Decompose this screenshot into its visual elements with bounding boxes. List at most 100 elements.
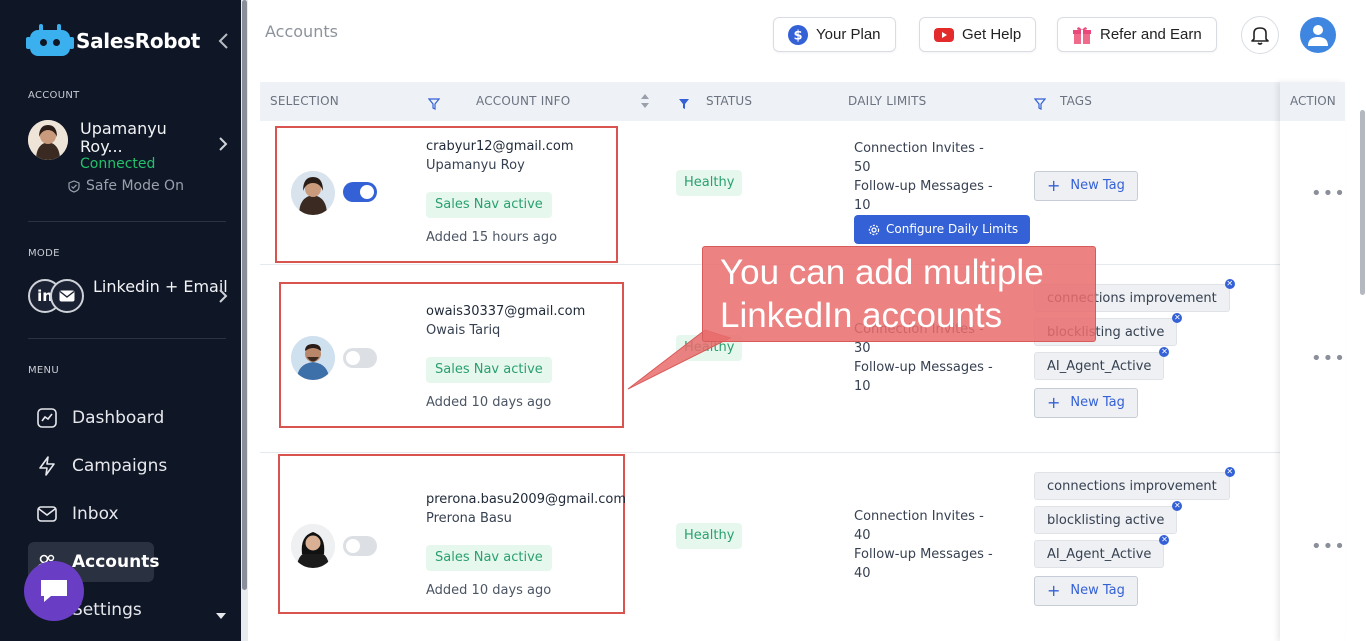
new-tag-label: New Tag [1070,178,1125,193]
new-tag-button[interactable]: + New Tag [1034,171,1138,201]
safe-mode: Safe Mode On [68,178,184,194]
row-actions-menu-icon[interactable]: ••• [1311,536,1346,557]
remove-tag-icon[interactable]: ✕ [1172,501,1183,511]
user-icon [1308,25,1328,46]
row-divider [260,452,1280,453]
limit-line: Follow-up Messages - [854,179,993,194]
remove-tag-icon[interactable]: ✕ [1172,313,1183,323]
account-avatar [291,336,335,380]
sales-nav-badge: Sales Nav active [426,192,552,218]
new-tag-label: New Tag [1070,583,1125,598]
chevron-right-icon [218,136,228,157]
tag-label: connections improvement [1047,479,1217,494]
sidebar-item-label: Campaigns [72,456,168,476]
sales-nav-badge: Sales Nav active [426,357,552,383]
user-avatar-button[interactable] [1300,17,1336,53]
sales-nav-badge: Sales Nav active [426,545,552,571]
collapse-sidebar-icon[interactable] [217,32,231,50]
new-tag-button[interactable]: + New Tag [1034,388,1138,418]
remove-tag-icon[interactable]: ✕ [1159,535,1170,545]
account-section-label: ACCOUNT [28,90,80,101]
status-badge: Healthy [676,170,743,196]
account-full-name: Owais Tariq [426,323,501,338]
row-actions-menu-icon[interactable]: ••• [1311,348,1346,369]
limit-line: Follow-up Messages - [854,547,993,562]
logo[interactable]: SalesRobot [26,24,200,58]
robot-logo-icon [26,24,74,58]
sidebar-item-label: Accounts [72,552,160,572]
caret-down-icon [216,604,226,624]
tag-label: blocklisting active [1047,513,1165,528]
chat-icon [41,580,67,602]
refer-and-earn-button[interactable]: Refer and Earn [1057,17,1217,52]
sidebar: SalesRobot ACCOUNT Upamanyu Roy... Conne… [0,0,241,641]
limit-line: Connection Invites - 40 [854,509,984,543]
filter-icon[interactable] [678,95,690,114]
notifications-button[interactable] [1241,16,1279,54]
account-toggle[interactable] [343,536,377,556]
sidebar-item-dashboard[interactable]: Dashboard [28,398,228,438]
safe-mode-label: Safe Mode On [86,178,184,194]
account-email: prerona.basu2009@gmail.com [426,492,626,507]
chat-widget-button[interactable] [24,561,84,621]
limit-line: Connection Invites - 50 [854,141,984,175]
sidebar-item-label: Dashboard [72,408,165,428]
get-help-label: Get Help [962,26,1022,43]
tag-label: AI_Agent_Active [1047,547,1152,562]
sidebar-item-campaigns[interactable]: Campaigns [28,446,228,486]
col-account-info: ACCOUNT INFO [476,94,571,108]
sort-icon[interactable] [640,93,650,113]
remove-tag-icon[interactable]: ✕ [1224,279,1235,289]
mode-section-label: MODE [28,248,60,259]
remove-tag-icon[interactable]: ✕ [1224,467,1235,477]
sidebar-divider [28,338,226,339]
daily-limits: Connection Invites - 40 Follow-up Messag… [854,507,1004,583]
configure-daily-limits-button[interactable]: Configure Daily Limits [854,215,1031,244]
tag-chip[interactable]: blocklisting active ✕ [1034,501,1183,534]
plus-icon: + [1047,176,1061,195]
sidebar-item-inbox[interactable]: Inbox [28,494,228,534]
new-tag-label: New Tag [1070,395,1125,410]
new-tag-button[interactable]: + New Tag [1034,576,1138,606]
limit-line: Follow-up Messages - [854,360,993,375]
sidebar-divider [28,221,226,222]
account-toggle[interactable] [343,182,377,202]
mail-icon [36,503,58,525]
plus-icon: + [1047,581,1061,600]
mode-value: Linkedin + Email [93,277,228,296]
bell-icon [1251,27,1269,45]
remove-tag-icon[interactable]: ✕ [1159,347,1170,357]
page-title: Accounts [265,22,338,41]
account-status: Connected [80,156,156,172]
plus-icon: + [1047,393,1061,412]
refer-and-earn-label: Refer and Earn [1100,26,1202,43]
configure-daily-limits-label: Configure Daily Limits [886,222,1019,236]
svg-text:$: $ [793,28,802,43]
mode-switcher[interactable]: in Linkedin + Email [28,276,228,316]
table-header: SELECTION ACCOUNT INFO STATUS DAILY LIMI… [260,82,1345,121]
sidebar-item-label: Settings [72,600,142,620]
app-name: SalesRobot [76,29,200,53]
app-root: SalesRobot ACCOUNT Upamanyu Roy... Conne… [0,0,1366,641]
account-switcher[interactable]: Upamanyu Roy... Connected Safe Mode On [28,118,228,198]
filter-icon[interactable] [1033,95,1047,114]
account-avatar [291,171,335,215]
limit-line: 10 [854,198,871,213]
main-scrollbar[interactable] [1360,110,1365,295]
filter-icon[interactable] [427,95,441,114]
sidebar-scrollbar[interactable] [241,0,248,641]
tag-chip[interactable]: connections improvement ✕ [1034,467,1235,500]
account-toggle[interactable] [343,348,377,368]
sidebar-item-label: Inbox [72,504,119,524]
gift-icon [1073,26,1091,44]
your-plan-button[interactable]: $ Your Plan [773,17,896,52]
get-help-button[interactable]: Get Help [919,17,1037,52]
daily-limits: Connection Invites - 50 Follow-up Messag… [854,139,1004,215]
added-time: Added 10 days ago [426,583,552,598]
col-daily-limits: DAILY LIMITS [848,94,927,108]
callout-annotation: You can add multiple LinkedIn accounts [702,246,1096,342]
tag-chip[interactable]: AI_Agent_Active ✕ [1034,347,1170,380]
row-actions-menu-icon[interactable]: ••• [1311,183,1346,204]
added-time: Added 10 days ago [426,395,552,410]
tag-chip[interactable]: AI_Agent_Active ✕ [1034,535,1170,568]
